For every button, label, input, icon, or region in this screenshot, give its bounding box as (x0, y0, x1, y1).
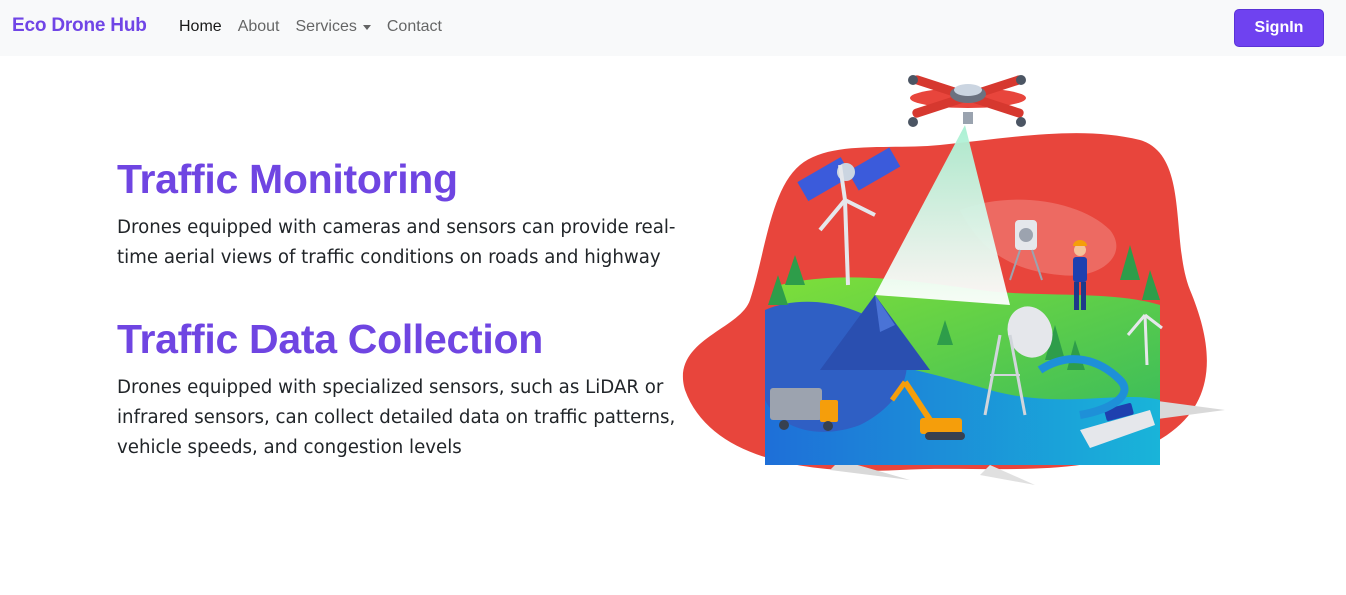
section-title: Traffic Monitoring (117, 156, 458, 202)
main-content: Traffic Monitoring Drones equipped with … (117, 155, 687, 463)
nav-links: Home About Services Contact (179, 18, 458, 36)
nav-link-about-label: About (237, 18, 280, 35)
drone-icon (908, 75, 1026, 127)
brand-logo[interactable]: Eco Drone Hub (12, 15, 147, 37)
nav-link-contact[interactable]: Contact (387, 18, 442, 36)
nav-link-home-label: Home (179, 18, 222, 35)
chevron-down-icon (362, 24, 371, 30)
signin-button[interactable]: SignIn (1234, 9, 1324, 47)
drone-landscape-illustration (680, 70, 1240, 490)
nav-link-contact-label: Contact (386, 18, 442, 35)
section-traffic-monitoring: Traffic Monitoring Drones equipped with … (117, 155, 687, 273)
section-text: Drones equipped with cameras and sensors… (117, 217, 676, 268)
nav-link-services-dropdown[interactable]: Services (296, 18, 371, 36)
section-text: Drones equipped with specialized sensors… (117, 377, 676, 458)
nav-link-home[interactable]: Home (179, 18, 222, 36)
section-title: Traffic Data Collection (117, 316, 543, 362)
illustration-svg (682, 75, 1225, 485)
navbar: Eco Drone Hub Home About Services Contac… (0, 0, 1346, 56)
nav-link-about[interactable]: About (238, 18, 280, 36)
section-traffic-data-collection: Traffic Data Collection Drones equipped … (117, 315, 687, 463)
nav-link-services-label: Services (295, 18, 357, 35)
